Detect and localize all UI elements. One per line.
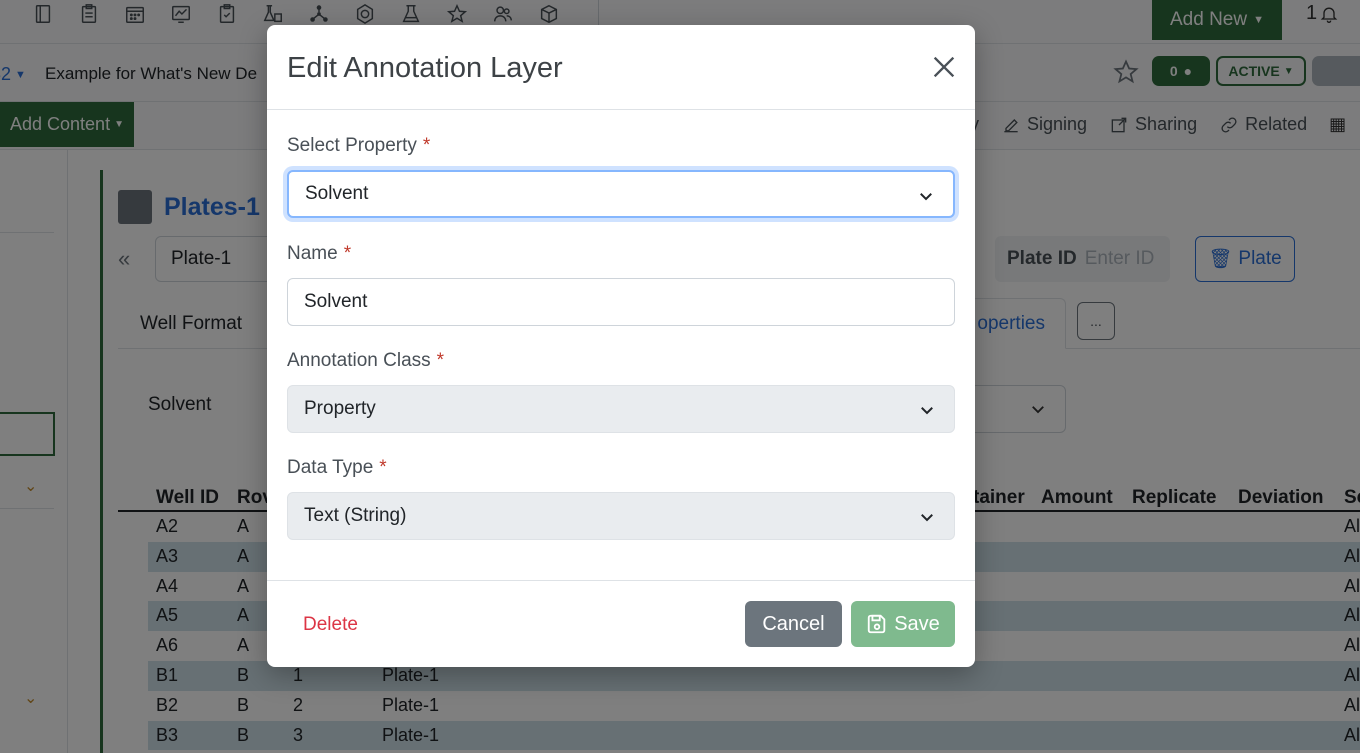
annotation-class-value: Property	[304, 398, 376, 419]
data-type-label-text: Data Type	[287, 457, 374, 478]
data-type-dropdown[interactable]: Text (String)	[287, 492, 955, 540]
data-type-label: Data Type *	[287, 457, 387, 479]
name-input[interactable]: Solvent	[287, 278, 955, 326]
save-button[interactable]: Save	[851, 601, 955, 647]
floppy-disk-icon	[868, 614, 886, 634]
name-label-text: Name	[287, 243, 338, 264]
modal-title: Edit Annotation Layer	[287, 52, 563, 84]
required-marker: *	[343, 243, 352, 264]
select-property-value: Solvent	[305, 183, 369, 204]
data-type-value: Text (String)	[304, 505, 407, 526]
annotation-class-label: Annotation Class *	[287, 350, 444, 372]
select-property-label: Select Property *	[287, 135, 430, 157]
required-marker: *	[422, 135, 431, 156]
chevron-down-icon	[921, 407, 933, 415]
modal-footer: Delete Cancel Save	[267, 580, 975, 667]
cancel-button[interactable]: Cancel	[745, 601, 842, 647]
chevron-down-icon	[920, 193, 932, 201]
annotation-class-label-text: Annotation Class	[287, 350, 431, 371]
required-marker: *	[436, 350, 445, 371]
close-icon	[933, 56, 955, 78]
annotation-class-dropdown[interactable]: Property	[287, 385, 955, 433]
chevron-down-icon	[921, 514, 933, 522]
name-label: Name *	[287, 243, 351, 265]
name-input-value: Solvent	[304, 291, 368, 312]
modal-header: Edit Annotation Layer	[267, 25, 975, 110]
close-button[interactable]	[929, 53, 959, 83]
select-property-dropdown[interactable]: Solvent	[287, 170, 955, 218]
edit-annotation-layer-dialog: Edit Annotation Layer Select Property * S…	[267, 25, 975, 667]
delete-button[interactable]: Delete	[287, 601, 374, 649]
required-marker: *	[379, 457, 387, 478]
save-label: Save	[894, 612, 940, 635]
select-property-label-text: Select Property	[287, 135, 417, 156]
